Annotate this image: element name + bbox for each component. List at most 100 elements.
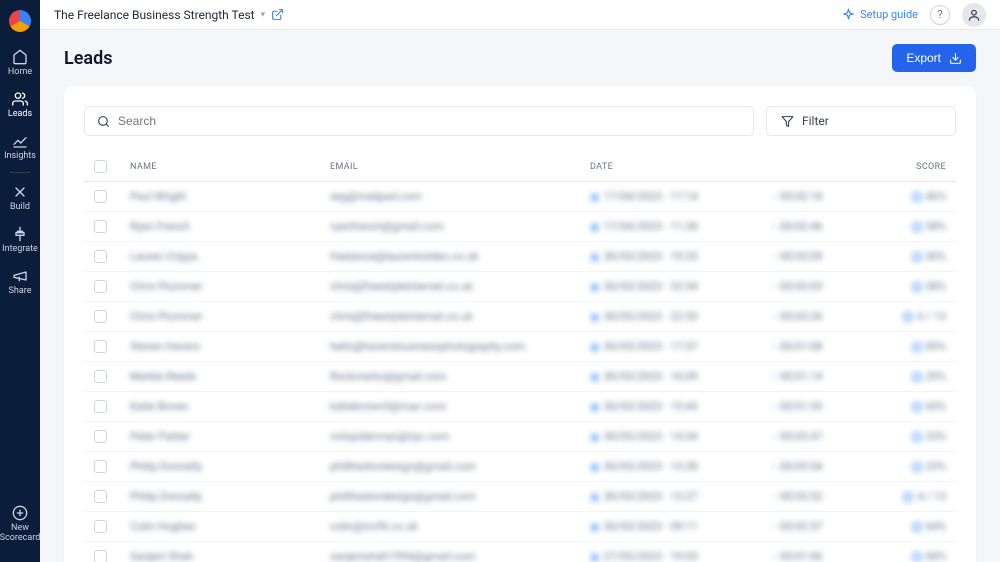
sidebar-item-build[interactable]: Build: [0, 177, 40, 219]
cell-score: 50%: [870, 250, 946, 263]
sidebar: Home Leads Insights Build Integrate Shar…: [0, 0, 40, 562]
table-row[interactable]: Peter Parkernotspiderman@nyc.com▣30/03/2…: [84, 422, 956, 452]
table-row[interactable]: Markie ReedsRockmarkz@gmail.com▣30/03/20…: [84, 362, 956, 392]
sidebar-separator: [10, 172, 30, 173]
row-checkbox[interactable]: [94, 430, 107, 443]
cell-score: 64%: [870, 520, 946, 533]
cell-duration: ◔00:02:57: [770, 520, 870, 533]
cell-score: 85%: [870, 340, 946, 353]
help-label: ?: [937, 8, 942, 21]
help-button[interactable]: ?: [930, 5, 950, 25]
user-avatar[interactable]: [962, 3, 986, 27]
table-row[interactable]: Chris Plummerchris@freestyleinternet.co.…: [84, 302, 956, 332]
setup-guide-link[interactable]: Setup guide: [842, 8, 918, 21]
cell-date: ▣30/03/2023 · 13:28: [590, 460, 770, 473]
row-checkbox[interactable]: [94, 520, 107, 533]
calendar-icon: ▣: [590, 222, 599, 233]
cell-score: 35%: [870, 370, 946, 383]
row-checkbox[interactable]: [94, 190, 107, 203]
table-row[interactable]: Colin Hughescolin@mvfb.co.uk▣30/03/2023 …: [84, 512, 956, 542]
clock-icon: ◔: [770, 462, 776, 473]
select-all-checkbox[interactable]: [94, 160, 107, 173]
table-row[interactable]: Katie Brownkatiebrown3@mac.com▣30/03/202…: [84, 392, 956, 422]
calendar-icon: ▣: [590, 402, 599, 413]
cell-name: Sanjeni Shah: [130, 550, 330, 562]
sidebar-item-integrate[interactable]: Integrate: [0, 219, 40, 261]
table-row[interactable]: Paul Wrightseg@mailpad.com▣17/04/2023 · …: [84, 182, 956, 212]
score-ring-icon: [903, 312, 913, 322]
cell-email: notspiderman@nyc.com: [330, 430, 590, 443]
sparkle-icon: [842, 8, 855, 21]
cell-duration: ◔00:01:14: [770, 370, 870, 383]
export-button[interactable]: Export: [892, 44, 976, 72]
row-checkbox[interactable]: [94, 400, 107, 413]
score-ring-icon: [912, 372, 922, 382]
sidebar-item-insights[interactable]: Insights: [0, 126, 40, 168]
calendar-icon: ▣: [590, 432, 599, 443]
plug-icon: [12, 226, 28, 242]
row-checkbox[interactable]: [94, 550, 107, 562]
row-checkbox[interactable]: [94, 280, 107, 293]
score-ring-icon: [903, 492, 913, 502]
clock-icon: ◔: [770, 222, 776, 233]
cell-name: Philip Donnelly: [130, 490, 330, 503]
table-header-name[interactable]: NAME: [130, 162, 330, 172]
row-checkbox[interactable]: [94, 370, 107, 383]
cell-email: chris@freestyleinternet.co.uk: [330, 310, 590, 323]
score-ring-icon: [912, 252, 922, 262]
cell-score: 58%: [870, 220, 946, 233]
setup-guide-label: Setup guide: [860, 8, 918, 21]
score-ring-icon: [912, 432, 922, 442]
cell-name: Ryan French: [130, 220, 330, 233]
table-header-score[interactable]: SCORE: [870, 162, 946, 172]
cell-duration: ◔00:01:35: [770, 400, 870, 413]
cell-email: Rockmarkz@gmail.com: [330, 370, 590, 383]
sidebar-item-home[interactable]: Home: [0, 42, 40, 84]
sidebar-item-label: New: [11, 523, 29, 533]
cell-date: ▣30/03/2023 · 22:53: [590, 310, 770, 323]
row-checkbox[interactable]: [94, 460, 107, 473]
cell-name: Steven Havers: [130, 340, 330, 353]
search-input[interactable]: [118, 114, 741, 128]
table-row[interactable]: Steven Havershello@haversbusinessphotogr…: [84, 332, 956, 362]
cell-name: Peter Parker: [130, 430, 330, 443]
cell-date: ▣30/03/2023 · 22:54: [590, 280, 770, 293]
search-box[interactable]: [84, 106, 754, 136]
page-content: Leads Export Filter: [40, 30, 1000, 562]
users-icon: [12, 91, 28, 107]
export-label: Export: [906, 51, 941, 65]
filter-button[interactable]: Filter: [766, 106, 956, 136]
cell-name: Philip Donnelly: [130, 460, 330, 473]
table-header-date[interactable]: DATE: [590, 162, 770, 172]
row-checkbox[interactable]: [94, 310, 107, 323]
table-row[interactable]: Sanjeni Shahsanjenishah1994@gmail.com▣27…: [84, 542, 956, 562]
external-link-icon[interactable]: [271, 8, 284, 21]
cell-score: 65%: [870, 400, 946, 413]
person-icon: [967, 8, 981, 22]
table-row[interactable]: Lauren Crippsfreelance@laurenholden.co.u…: [84, 242, 956, 272]
table-row[interactable]: Philip Donnellyphilthedondesign@gmail.co…: [84, 482, 956, 512]
row-checkbox[interactable]: [94, 220, 107, 233]
table-row[interactable]: Chris Plummerchris@freestyleinternet.co.…: [84, 272, 956, 302]
table-row[interactable]: Ryan Frenchryanfrench@gmail.com▣17/04/20…: [84, 212, 956, 242]
calendar-icon: ▣: [590, 252, 599, 263]
sidebar-item-new-scorecard[interactable]: New Scorecard: [0, 498, 40, 550]
sidebar-item-share[interactable]: Share: [0, 261, 40, 303]
table-row[interactable]: Philip Donnellyphilthedondesign@gmail.co…: [84, 452, 956, 482]
clock-icon: ◔: [770, 252, 776, 263]
row-checkbox[interactable]: [94, 250, 107, 263]
cell-name: Paul Wright: [130, 190, 330, 203]
calendar-icon: ▣: [590, 192, 599, 203]
cell-email: ryanfrench@gmail.com: [330, 220, 590, 233]
calendar-icon: ▣: [590, 552, 599, 562]
table-header-email[interactable]: EMAIL: [330, 162, 590, 172]
row-checkbox[interactable]: [94, 340, 107, 353]
project-switcher[interactable]: The Freelance Business Strength Test ▾: [54, 8, 284, 22]
cell-date: ▣30/03/2023 · 19:25: [590, 250, 770, 263]
cell-duration: ◔00:03:26: [770, 310, 870, 323]
cell-email: hello@haversbusinessphotography.com: [330, 340, 590, 353]
row-checkbox[interactable]: [94, 490, 107, 503]
sidebar-item-leads[interactable]: Leads: [0, 84, 40, 126]
clock-icon: ◔: [770, 372, 776, 383]
project-title: The Freelance Business Strength Test: [54, 8, 255, 22]
